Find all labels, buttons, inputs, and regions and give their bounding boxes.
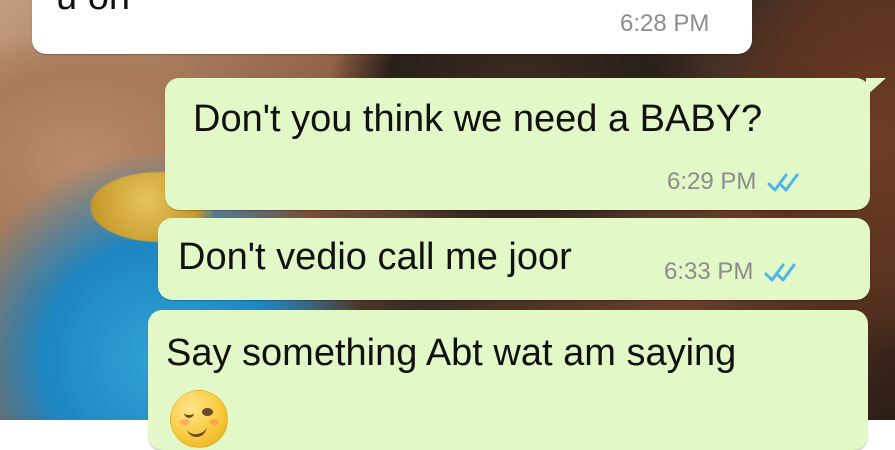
message-bubble-outgoing[interactable]: Don't vedio call me joor 6:33 PM	[158, 218, 870, 300]
double-check-icon	[767, 173, 799, 192]
message-text: u oh	[56, 0, 130, 16]
message-meta: 6:33 PM	[664, 258, 801, 286]
bubble-tail	[866, 78, 886, 96]
message-meta: 6:28 PM	[620, 10, 709, 38]
message-bubble-incoming[interactable]: u oh 6:28 PM	[32, 0, 752, 54]
winking-face-emoji-icon	[170, 390, 228, 448]
double-check-icon	[764, 263, 796, 282]
message-time: 6:33 PM	[664, 258, 754, 285]
message-time: 6:28 PM	[620, 10, 710, 37]
chat-message-list[interactable]: u oh 6:28 PM Don't you think we need a B…	[0, 0, 895, 450]
message-bubble-outgoing[interactable]: Don't you think we need a BABY? 6:29 PM	[165, 78, 886, 210]
message-bubble-outgoing[interactable]: Say something Abt wat am saying	[148, 310, 868, 450]
message-text: Don't vedio call me joor	[178, 236, 572, 278]
message-text: Say something Abt wat am saying	[166, 332, 737, 374]
message-time: 6:29 PM	[667, 168, 757, 195]
message-meta: 6:29 PM	[667, 168, 804, 196]
message-text: Don't you think we need a BABY?	[193, 98, 763, 140]
